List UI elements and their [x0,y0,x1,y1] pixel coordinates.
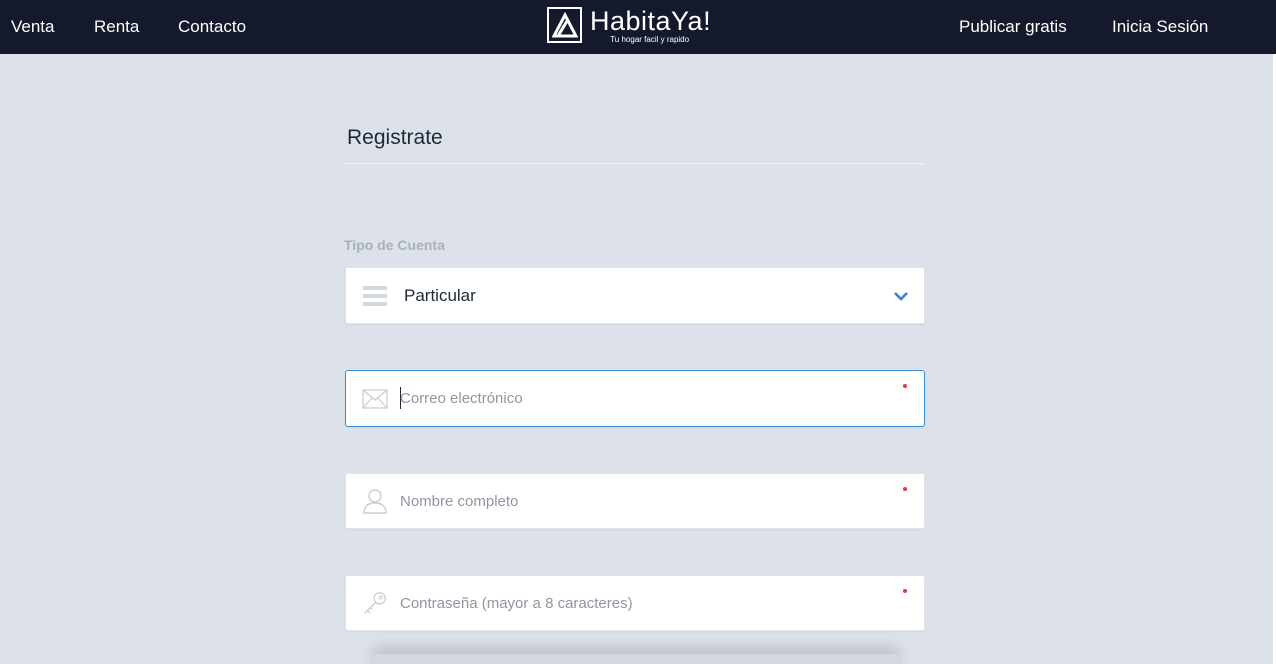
envelope-icon [362,386,388,412]
logo-name: HabitaYa! [590,6,712,36]
top-navbar: Venta Renta Contacto HabitaYa! Tu hogar … [0,0,1276,54]
name-input[interactable] [400,488,880,514]
list-icon [362,283,388,309]
required-indicator [903,589,907,593]
title-divider [344,163,925,164]
account-type-select[interactable]: Particular [345,267,925,324]
required-indicator [903,487,907,491]
page-title: Registrate [347,126,443,149]
logo-tagline: Tu hogar facil y rapido [610,35,690,44]
account-type-label: Tipo de Cuenta [344,237,445,253]
account-type-value: Particular [404,285,476,305]
login-link[interactable]: Inicia Sesión [1112,0,1208,54]
email-field[interactable] [345,370,925,427]
password-field[interactable] [345,575,925,631]
password-input[interactable] [400,590,880,616]
logo-icon [547,7,582,43]
name-field[interactable] [345,473,925,529]
required-indicator [903,384,907,388]
key-icon [362,590,388,616]
page: Venta Renta Contacto HabitaYa! Tu hogar … [0,0,1276,664]
user-icon [362,488,388,514]
chevron-down-icon[interactable] [893,288,909,304]
nav-contacto[interactable]: Contacto [178,0,246,54]
brand-logo[interactable]: HabitaYa! Tu hogar facil y rapido [547,7,727,47]
email-input[interactable] [400,385,880,412]
submit-button-edge[interactable] [372,654,900,664]
publish-free-link[interactable]: Publicar gratis [959,0,1067,54]
nav-venta[interactable]: Venta [11,0,55,54]
nav-renta[interactable]: Renta [94,0,139,54]
